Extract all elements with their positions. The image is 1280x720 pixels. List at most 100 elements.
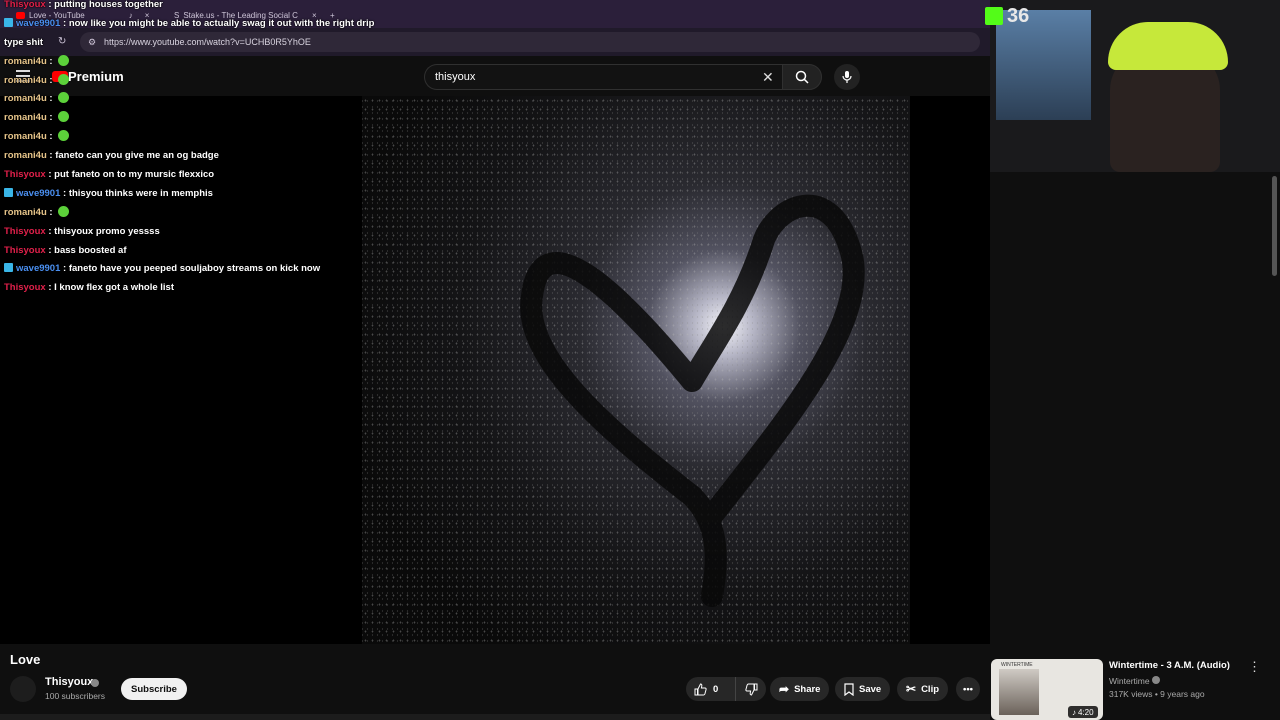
chat-separator: : xyxy=(46,93,56,105)
chat-message: romani4u : xyxy=(4,109,404,128)
like-dislike-group: 0 xyxy=(686,677,766,701)
kick-logo-icon xyxy=(985,7,1003,25)
more-actions-button[interactable]: ••• xyxy=(956,677,980,701)
chat-message: Thisyoux : I know flex got a whole list xyxy=(4,279,404,298)
chat-separator: : xyxy=(45,169,55,181)
chat-message: wave9901 : now like you might be able to… xyxy=(4,15,404,34)
verified-check-icon xyxy=(91,679,99,687)
search-button[interactable] xyxy=(782,64,822,90)
subscriber-count: 100 subscribers xyxy=(45,691,106,701)
like-count: 0 xyxy=(713,683,719,695)
chat-text: now like you might be able to actually s… xyxy=(68,17,375,29)
viewer-count-badge: 36 xyxy=(985,4,1029,28)
chat-username: romani4u xyxy=(4,150,47,162)
chat-text: put faneto on to my mursic flexxico xyxy=(54,169,215,181)
chat-message: romani4u : xyxy=(4,53,404,72)
chat-username: Thisyoux xyxy=(4,0,46,10)
subscriber-badge-icon xyxy=(4,17,13,27)
chat-username: romani4u xyxy=(4,131,47,143)
chat-separator: : xyxy=(46,150,56,162)
chat-username: Thisyoux xyxy=(4,244,46,256)
more-vertical-icon[interactable]: ⋮ xyxy=(1248,659,1261,675)
chat-username: wave9901 xyxy=(16,263,61,275)
save-button[interactable]: Save xyxy=(835,677,891,701)
subscribe-button[interactable]: Subscribe xyxy=(121,678,187,700)
chat-message: Thisyoux : bass boosted af xyxy=(4,242,404,261)
chat-separator: : xyxy=(46,74,56,86)
chat-separator: : xyxy=(46,112,56,124)
save-label: Save xyxy=(859,683,882,695)
search-input-value: thisyoux xyxy=(435,71,476,83)
chat-separator: : xyxy=(46,206,56,218)
video-duration-badge: ♪ 4:20 xyxy=(1068,706,1098,718)
subscriber-badge-icon xyxy=(4,263,13,273)
sidebar-scrollbar[interactable] xyxy=(1272,176,1277,276)
chat-emote-icon xyxy=(58,54,70,66)
video-player[interactable]: Thisyoux : putting houses together wave99… xyxy=(0,0,990,644)
subscriber-badge-icon xyxy=(4,187,13,197)
video-frame-heart-image xyxy=(362,96,910,644)
chat-separator: : xyxy=(46,55,56,67)
chat-username: Thisyoux xyxy=(4,225,46,237)
dislike-button[interactable] xyxy=(735,677,766,701)
recommended-video-meta: 317K views • 9 years ago xyxy=(1109,689,1205,699)
chat-text: thisyoux promo yessss xyxy=(54,225,160,237)
page-bottom-strip xyxy=(0,714,990,720)
chat-message: wave9901 : thisyou thinks were in memphi… xyxy=(4,185,404,204)
chat-message: Thisyoux : thisyoux promo yessss xyxy=(4,223,404,242)
bookmark-icon xyxy=(844,682,854,696)
share-label: Share xyxy=(794,683,821,695)
channel-avatar[interactable] xyxy=(10,676,36,702)
channel-name[interactable]: Thisyoux xyxy=(45,676,93,688)
share-button[interactable]: ➦ Share xyxy=(770,677,830,701)
thumbnail-photo xyxy=(999,669,1039,715)
recommended-channel-name[interactable]: Wintertime xyxy=(1109,676,1150,686)
voice-search-button[interactable] xyxy=(834,64,860,90)
chat-username: wave9901 xyxy=(16,17,61,29)
chat-emote-icon xyxy=(58,73,70,85)
chat-separator: : xyxy=(60,187,69,199)
chat-text: type shit xyxy=(4,36,44,48)
chat-separator: : xyxy=(45,244,55,256)
verified-check-icon xyxy=(1152,676,1160,684)
chat-message: Thisyoux : putting houses together xyxy=(4,0,404,15)
like-button[interactable]: 0 xyxy=(686,677,730,701)
thumbs-up-icon xyxy=(694,682,707,695)
clip-label: Clip xyxy=(921,683,940,695)
video-title: Love xyxy=(10,652,41,667)
viewer-count: 36 xyxy=(1007,4,1030,27)
chat-separator: : xyxy=(60,17,69,29)
chat-username: wave9901 xyxy=(16,187,61,199)
chat-emote-icon xyxy=(58,111,70,123)
chat-text: faneto have you peeped souljaboy streams… xyxy=(68,263,321,275)
chat-message: type shit xyxy=(4,34,404,53)
chat-username: romani4u xyxy=(4,93,47,105)
chat-username: romani4u xyxy=(4,74,47,86)
share-icon: ➦ xyxy=(779,682,790,696)
chat-separator: : xyxy=(45,0,55,10)
webcam-overlay xyxy=(990,0,1280,172)
chat-separator: : xyxy=(60,263,69,275)
chat-message: Thisyoux : put faneto on to my mursic fl… xyxy=(4,166,404,185)
chat-text: putting houses together xyxy=(54,0,163,10)
chat-message: wave9901 : faneto have you peeped soulja… xyxy=(4,260,404,279)
clear-search-icon[interactable]: ✕ xyxy=(762,69,774,86)
chat-text: thisyou thinks were in memphis xyxy=(68,187,213,199)
duration-text: 4:20 xyxy=(1078,707,1094,717)
recommended-video-title[interactable]: Wintertime - 3 A.M. (Audio) xyxy=(1109,660,1230,671)
search-input[interactable]: thisyoux xyxy=(424,64,782,90)
chat-text: bass boosted af xyxy=(54,244,127,256)
chat-message: romani4u : faneto can you give me an og … xyxy=(4,147,404,166)
thumbnail-text: WINTERTIME xyxy=(1001,662,1033,668)
search-icon xyxy=(795,70,809,84)
chat-emote-icon xyxy=(58,205,70,217)
music-note-icon: ♪ xyxy=(1072,707,1076,717)
more-horizontal-icon: ••• xyxy=(963,683,973,695)
chat-message: romani4u : xyxy=(4,204,404,223)
chat-message: romani4u : xyxy=(4,90,404,109)
chat-username: Thisyoux xyxy=(4,169,46,181)
clip-button[interactable]: ✂ Clip xyxy=(897,677,949,701)
chat-separator: : xyxy=(45,225,55,237)
chat-text: faneto can you give me an og badge xyxy=(55,150,219,162)
chat-username: Thisyoux xyxy=(4,282,46,294)
